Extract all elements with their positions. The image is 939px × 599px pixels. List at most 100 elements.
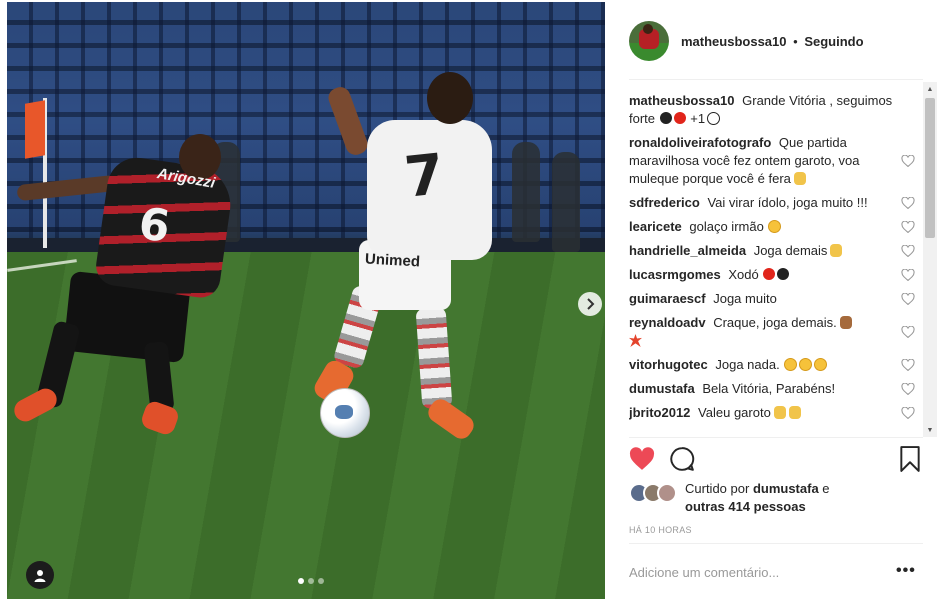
comment-item: learicete golaço irmão [629,218,919,236]
comment-text: Bela Vitória, Parabéns! [702,381,836,396]
comment-author[interactable]: vitorhugotec [629,357,708,372]
likes-others[interactable]: outras 414 pessoas [685,499,806,514]
corner-flag [25,100,45,159]
player-right-number: 7 [401,142,448,211]
laughing-emoji-icon [799,358,813,371]
black-circle-icon [777,268,790,280]
hand-icon [830,244,843,257]
comment-author[interactable]: sdfrederico [629,195,700,210]
scroll-up-icon[interactable]: ▲ [923,82,937,96]
author-username[interactable]: matheusbossa10 [681,34,787,49]
comment-author[interactable]: jbrito2012 [629,405,690,420]
caption-author[interactable]: matheusbossa10 [629,93,735,108]
laughing-emoji-icon [784,358,798,371]
follow-status-button[interactable]: Seguindo [804,34,863,49]
heart-icon[interactable] [901,155,915,167]
heart-icon[interactable] [901,407,915,419]
comment-author[interactable]: guimaraescf [629,291,706,306]
comment-author[interactable]: reynaldoadv [629,315,706,330]
instagram-post: 6 Arigozzi 7 Unimed matheusbossa10 • Seg… [0,0,939,599]
heart-icon[interactable] [901,326,915,338]
comment-text: Craque, joga demais. [713,315,837,330]
carousel-indicator [298,578,324,584]
comment-item: lucasrmgomes Xodó [629,266,919,284]
likes-user[interactable]: dumustafa [753,481,819,496]
comment-author[interactable]: lucasrmgomes [629,267,721,282]
comment-author[interactable]: learicete [629,219,682,234]
likes-and: e [822,481,830,496]
likes-prefix: Curtido por [685,481,750,496]
add-comment-input[interactable] [629,560,889,584]
comment-item: vitorhugotec Joga nada. [629,356,919,374]
carousel-dot-active [298,578,304,584]
avatar [657,483,677,503]
bookmark-icon[interactable] [899,446,921,472]
grin-emoji-icon [767,220,781,233]
heart-icon[interactable] [901,269,915,281]
red-circle-icon [763,268,776,280]
heart-icon[interactable] [901,383,915,395]
header-text: matheusbossa10 • Seguindo [681,34,864,49]
avatar[interactable] [629,21,669,61]
hand-icon [793,172,806,185]
comment-author[interactable]: handrielle_almeida [629,243,746,258]
comments-scrollbar[interactable]: ▲ ▼ [923,82,937,437]
carousel-dot [318,578,324,584]
caption: matheusbossa10 Grande Vitória , seguimos… [629,92,919,128]
post-photo[interactable]: 6 Arigozzi 7 Unimed [7,2,605,599]
tagged-users-button[interactable] [26,561,54,589]
user-tag-icon [34,569,46,582]
heart-icon[interactable] [901,197,915,209]
divider [629,437,923,438]
comment-item: guimaraescf Joga muito [629,290,919,308]
comment-text: Valeu garoto [698,405,771,420]
heart-icon[interactable] [629,446,655,472]
divider [629,79,923,80]
player-right-sponsor: Unimed [364,250,421,271]
comment-item: jbrito2012 Valeu garoto [629,404,919,422]
post-header: matheusbossa10 • Seguindo [629,20,923,62]
next-arrow-icon [587,298,595,310]
comment-text: Joga demais [753,243,828,258]
comment-text: golaço irmão [689,219,764,234]
divider [629,543,923,544]
background-person [552,152,580,252]
heart-icon[interactable] [901,245,915,257]
collision-icon [629,334,642,347]
comments-list: matheusbossa10 Grande Vitória , seguimos… [629,92,919,437]
comment-item: ronaldoliveirafotografo Que partida mara… [629,134,919,188]
post-timestamp[interactable]: HÁ 10 HORAS [629,525,692,535]
comment-item: sdfrederico Vai virar ídolo, joga muito … [629,194,919,212]
more-icon[interactable]: ••• [896,562,918,582]
scrollbar-thumb[interactable] [925,98,935,238]
red-circle-icon [673,112,686,124]
likes-text: Curtido por dumustafa e outras 414 pesso… [685,480,830,516]
caption-suffix: +1 [690,111,706,126]
comment-text: Vai virar ídolo, joga muito !!! [707,195,868,210]
laughing-emoji-icon [814,358,828,371]
comment-text: Xodó [728,267,759,282]
comment-author[interactable]: ronaldoliveirafotografo [629,135,771,150]
carousel-dot [308,578,314,584]
thumbs-up-icon [773,406,786,419]
black-circle-icon [659,112,672,124]
comment-text: Joga muito [713,291,777,306]
background-person [512,142,540,242]
comment-author[interactable]: dumustafa [629,381,695,396]
liked-by-avatars[interactable] [629,483,677,503]
likes-summary: Curtido por dumustafa e outras 414 pesso… [629,480,923,518]
next-photo-button[interactable] [578,292,602,316]
post-actions [629,446,923,474]
comment-item: handrielle_almeida Joga demais [629,242,919,260]
header-separator: • [793,33,798,49]
comment-icon[interactable] [669,446,695,472]
thumbs-up-icon [788,406,801,419]
comment-item: dumustafa Bela Vitória, Parabéns! [629,380,919,398]
heart-icon[interactable] [901,293,915,305]
soccer-ball-icon [707,112,721,125]
heart-icon[interactable] [901,221,915,233]
heart-icon[interactable] [901,359,915,371]
comment-text: Joga nada. [715,357,780,372]
scroll-down-icon[interactable]: ▼ [923,423,937,437]
soccer-ball [320,388,370,438]
